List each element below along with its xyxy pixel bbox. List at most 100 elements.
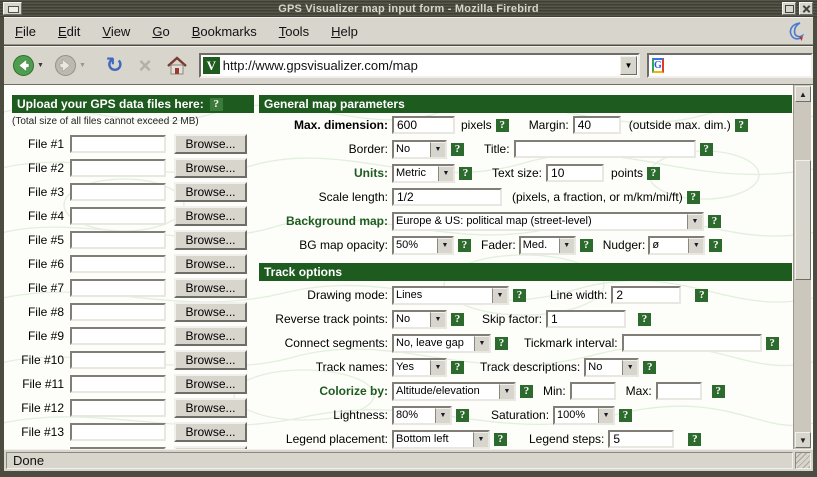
browse-button[interactable]: Browse... [174, 230, 247, 250]
file-path-input[interactable] [70, 159, 166, 177]
close-button[interactable] [799, 2, 813, 15]
track-desc-select[interactable]: No ▼ [584, 358, 639, 377]
title-input[interactable] [514, 140, 696, 158]
background-map-select[interactable]: Europe & US: political map (street-level… [392, 212, 704, 231]
connect-help-icon[interactable]: ? [495, 337, 508, 350]
file-path-input[interactable] [70, 135, 166, 153]
browse-button[interactable]: Browse... [174, 182, 247, 202]
home-icon[interactable] [165, 55, 189, 77]
browse-button[interactable]: Browse... [174, 278, 247, 298]
nudger-select[interactable]: ø ▼ [648, 236, 705, 255]
file-path-input[interactable] [70, 207, 166, 225]
browse-button[interactable]: Browse... [174, 350, 247, 370]
colorize-select[interactable]: Altitude/elevation ▼ [392, 382, 516, 401]
saturation-select[interactable]: 100% ▼ [553, 406, 615, 425]
scroll-down-icon[interactable]: ▼ [795, 432, 811, 448]
browse-button[interactable]: Browse... [174, 206, 247, 226]
track-names-select[interactable]: Yes ▼ [392, 358, 447, 377]
menu-help[interactable]: Help [320, 20, 369, 43]
vertical-scrollbar[interactable]: ▲ ▼ [793, 85, 811, 449]
menu-file[interactable]: File [4, 20, 47, 43]
text-size-input[interactable] [546, 164, 604, 182]
menu-tools[interactable]: Tools [268, 20, 320, 43]
legend-placement-help-icon[interactable]: ? [494, 433, 507, 446]
menu-edit[interactable]: Edit [47, 20, 91, 43]
scrollbar-thumb[interactable] [795, 160, 811, 280]
stop-icon[interactable]: × [133, 53, 156, 79]
connect-select[interactable]: No, leave gap ▼ [392, 334, 491, 353]
file-path-input[interactable] [70, 255, 166, 273]
track-desc-help-icon[interactable]: ? [643, 361, 656, 374]
file-path-input[interactable] [70, 183, 166, 201]
fader-select[interactable]: Med. ▼ [519, 236, 576, 255]
menu-go[interactable]: Go [141, 20, 180, 43]
browse-button[interactable]: Browse... [174, 254, 247, 274]
browse-button[interactable]: Browse... [174, 398, 247, 418]
drawing-mode-help-icon[interactable]: ? [513, 289, 526, 302]
min-input[interactable] [570, 382, 616, 400]
reverse-help-icon[interactable]: ? [451, 313, 464, 326]
resize-grip[interactable] [795, 452, 811, 469]
title-help-icon[interactable]: ? [700, 143, 713, 156]
legend-steps-help-icon[interactable]: ? [688, 433, 701, 446]
file-path-input[interactable] [70, 375, 166, 393]
back-button[interactable] [12, 54, 35, 77]
file-path-input[interactable] [70, 303, 166, 321]
saturation-help-icon[interactable]: ? [619, 409, 632, 422]
forward-dropdown-icon[interactable]: ▼ [79, 62, 86, 69]
background-map-help-icon[interactable]: ? [708, 215, 721, 228]
tickmark-help-icon[interactable]: ? [766, 337, 779, 350]
drawing-mode-select[interactable]: Lines ▼ [392, 286, 509, 305]
file-path-input[interactable] [70, 399, 166, 417]
border-select[interactable]: No ▼ [392, 140, 447, 159]
bg-opacity-select[interactable]: 50% ▼ [392, 236, 454, 255]
browse-button[interactable]: Browse... [174, 422, 247, 442]
browse-button[interactable]: Browse... [174, 302, 247, 322]
url-input[interactable] [223, 58, 620, 73]
border-help-icon[interactable]: ? [451, 143, 464, 156]
max-input[interactable] [656, 382, 702, 400]
file-path-input[interactable] [70, 279, 166, 297]
text-size-help-icon[interactable]: ? [647, 167, 660, 180]
browse-button[interactable]: Browse... [174, 374, 247, 394]
margin-input[interactable] [573, 116, 621, 134]
browse-button[interactable]: Browse... [174, 326, 247, 346]
scale-length-input[interactable] [392, 188, 502, 206]
nudger-help-icon[interactable]: ? [709, 239, 722, 252]
maximize-button[interactable] [782, 2, 796, 15]
forward-button[interactable] [54, 54, 77, 77]
reverse-select[interactable]: No ▼ [392, 310, 447, 329]
bg-opacity-help-icon[interactable]: ? [458, 239, 471, 252]
file-path-input[interactable] [70, 351, 166, 369]
units-help-icon[interactable]: ? [459, 167, 472, 180]
file-path-input[interactable] [70, 447, 166, 449]
colorize-help-icon[interactable]: ? [520, 385, 533, 398]
skip-factor-input[interactable] [546, 310, 626, 328]
track-names-help-icon[interactable]: ? [451, 361, 464, 374]
reload-icon[interactable]: ↻ [102, 53, 127, 78]
browse-button[interactable]: Browse... [174, 446, 247, 449]
units-select[interactable]: Metric ▼ [392, 164, 455, 183]
margin-help-icon[interactable]: ? [735, 119, 748, 132]
search-input[interactable] [667, 59, 817, 73]
line-width-input[interactable] [611, 286, 681, 304]
back-dropdown-icon[interactable]: ▼ [37, 62, 44, 69]
file-path-input[interactable] [70, 327, 166, 345]
max-dimension-input[interactable] [392, 116, 455, 134]
menu-view[interactable]: View [91, 20, 141, 43]
browse-button[interactable]: Browse... [174, 158, 247, 178]
line-width-help-icon[interactable]: ? [695, 289, 708, 302]
file-path-input[interactable] [70, 423, 166, 441]
browse-button[interactable]: Browse... [174, 134, 247, 154]
max-dimension-help-icon[interactable]: ? [496, 119, 509, 132]
tickmark-input[interactable] [622, 334, 762, 352]
lightness-select[interactable]: 80% ▼ [392, 406, 452, 425]
lightness-help-icon[interactable]: ? [456, 409, 469, 422]
scroll-up-icon[interactable]: ▲ [795, 86, 811, 102]
skip-factor-help-icon[interactable]: ? [638, 313, 651, 326]
upload-help-icon[interactable]: ? [210, 98, 223, 111]
menu-bookmarks[interactable]: Bookmarks [181, 20, 268, 43]
minmax-help-icon[interactable]: ? [712, 385, 725, 398]
scale-length-help-icon[interactable]: ? [687, 191, 700, 204]
legend-placement-select[interactable]: Bottom left ▼ [392, 430, 490, 449]
